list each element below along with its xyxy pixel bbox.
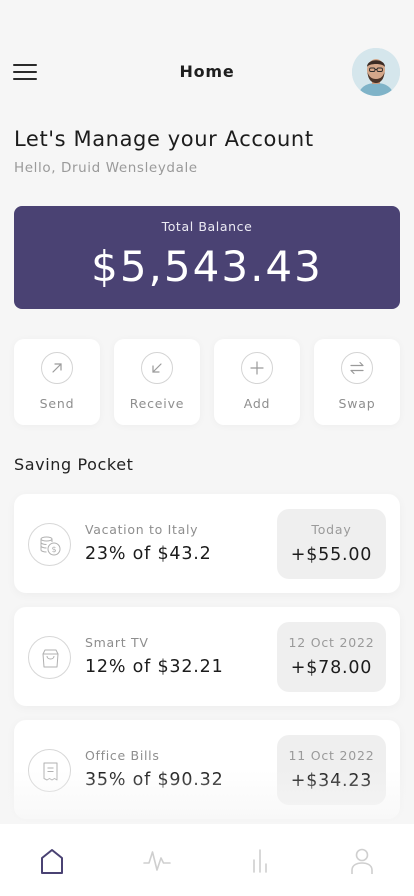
pocket-deposit-value: +$34.23 [290,771,373,791]
pocket-item-office-bills[interactable]: Office Bills 35% of $90.32 11 Oct 2022 +… [14,720,400,819]
arrow-down-left-icon [141,352,173,384]
send-button[interactable]: Send [14,339,100,425]
swap-arrows-icon [341,352,373,384]
nav-profile-icon[interactable] [348,846,376,876]
pocket-deposit-tag: 12 Oct 2022 +$78.00 [277,622,386,692]
avatar[interactable] [352,48,400,96]
add-button[interactable]: Add [214,339,300,425]
plus-icon [241,352,273,384]
receipt-icon [28,749,71,792]
pocket-date: 12 Oct 2022 [288,635,375,650]
receive-button[interactable]: Receive [114,339,200,425]
pocket-item-smart-tv[interactable]: Smart TV 12% of $32.21 12 Oct 2022 +$78.… [14,607,400,706]
pocket-name: Office Bills [85,748,160,763]
swap-label: Swap [338,396,376,411]
page-heading: Let's Manage your Account [14,127,314,151]
svg-text:$: $ [51,545,56,554]
top-bar: Home [0,0,414,110]
greeting-text: Hello, Druid Wensleydale [14,160,198,176]
swap-button[interactable]: Swap [314,339,400,425]
nav-home-icon[interactable] [38,846,66,876]
pocket-deposit-tag: Today +$55.00 [277,509,386,579]
pocket-progress: 12% of $32.21 [85,657,224,677]
balance-label: Total Balance [161,219,253,234]
coins-icon: $ [28,523,71,566]
pocket-progress: 23% of $43.2 [85,544,212,564]
shopping-bag-icon [28,636,71,679]
balance-value: $5,543.43 [91,242,323,291]
quick-actions: Send Receive Add Swap [14,339,400,425]
pocket-name: Smart TV [85,635,149,650]
pocket-deposit-tag: 11 Oct 2022 +$34.23 [277,735,386,805]
pocket-deposit-value: +$78.00 [290,658,373,678]
arrow-up-right-icon [41,352,73,384]
send-label: Send [39,396,75,411]
pocket-item-vacation[interactable]: $ Vacation to Italy 23% of $43.2 Today +… [14,494,400,593]
receive-label: Receive [129,396,185,411]
nav-activity-icon[interactable] [143,846,171,876]
add-label: Add [243,396,271,411]
bottom-navigation [0,824,414,896]
total-balance-card: Total Balance $5,543.43 [14,206,400,309]
pocket-deposit-value: +$55.00 [290,545,373,565]
pocket-date: 11 Oct 2022 [288,748,375,763]
pocket-progress: 35% of $90.32 [85,770,224,790]
pocket-name: Vacation to Italy [85,522,199,537]
nav-bar-chart-icon[interactable] [246,846,274,876]
pocket-date: Today [311,522,352,537]
saving-pocket-title: Saving Pocket [14,455,134,474]
